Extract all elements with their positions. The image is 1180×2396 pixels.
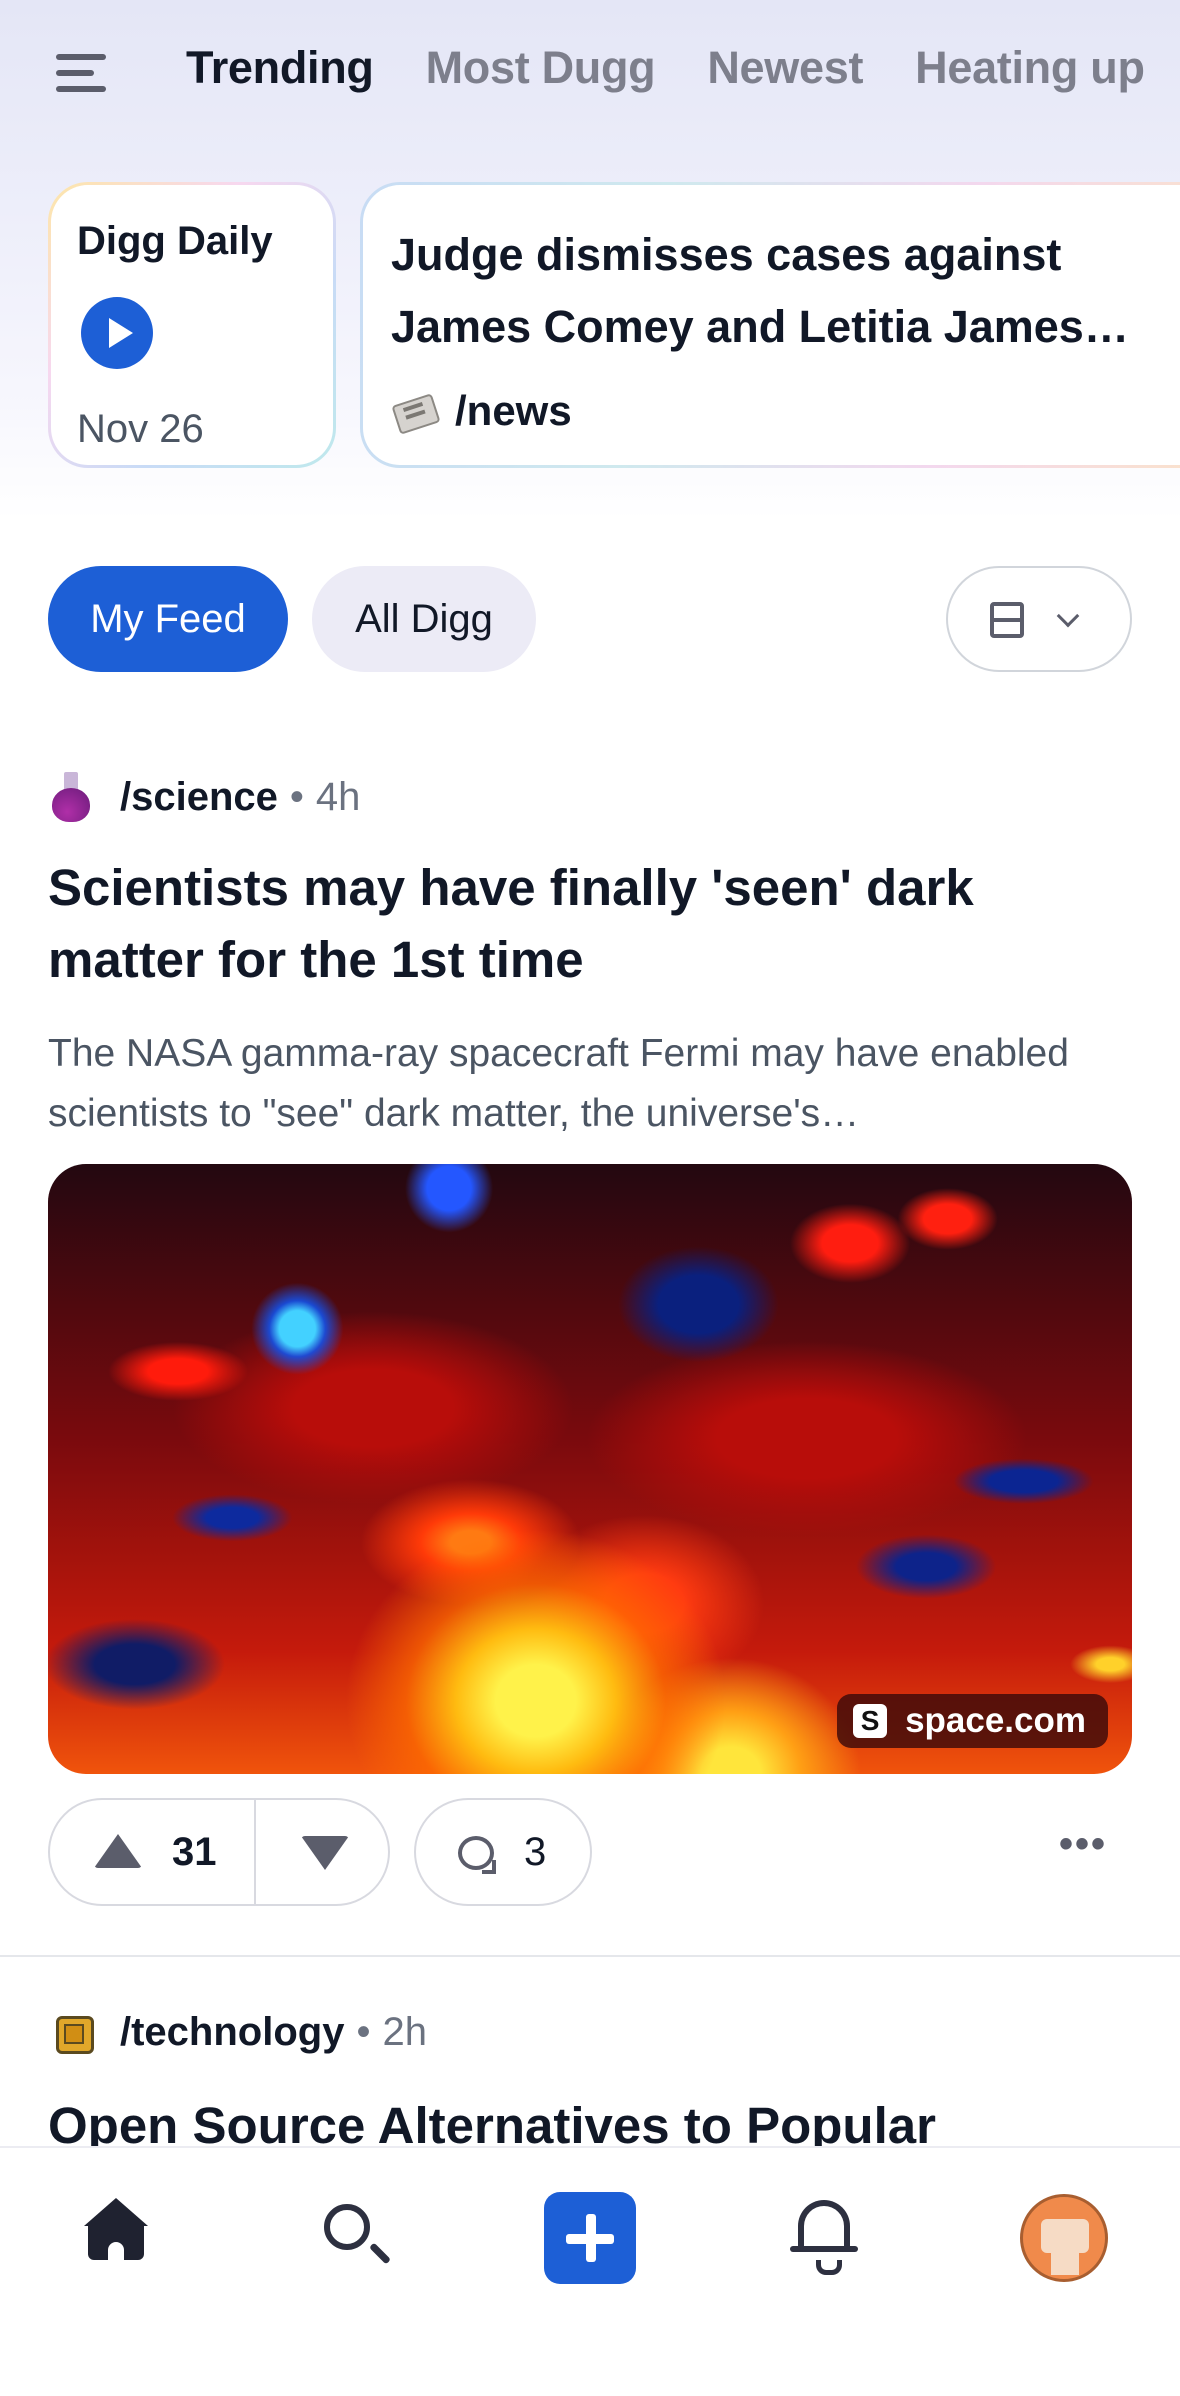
comments-button[interactable]: 3 <box>414 1798 592 1906</box>
tab-heating-up[interactable]: Heating up <box>915 42 1145 94</box>
post-divider <box>0 1955 1180 1957</box>
digg-daily-title: Digg Daily <box>77 219 273 263</box>
featured-story-community[interactable]: /news <box>391 387 572 435</box>
feed-toggle-row: My Feed All Digg <box>48 566 1132 672</box>
featured-story-title: Judge dismisses cases against James Come… <box>391 229 1129 352</box>
layout-icon <box>990 602 1024 638</box>
featured-community-label: /news <box>455 387 572 434</box>
vote-group: 31 <box>48 1798 390 1906</box>
upvote-arrow-icon <box>94 1834 142 1868</box>
layout-toggle-button[interactable] <box>946 566 1132 672</box>
post-meta: /technology • 2h <box>48 2008 427 2056</box>
flask-icon <box>48 772 94 822</box>
nav-home[interactable] <box>68 2184 168 2284</box>
my-feed-button[interactable]: My Feed <box>48 566 288 672</box>
all-digg-button[interactable]: All Digg <box>312 566 536 672</box>
tab-most-dugg[interactable]: Most Dugg <box>426 42 656 94</box>
post-image[interactable]: S space.com <box>48 1164 1132 1774</box>
source-badge[interactable]: S space.com <box>837 1694 1108 1748</box>
post-community[interactable]: /technology <box>120 2010 344 2055</box>
tab-newest[interactable]: Newest <box>707 42 863 94</box>
post-separator: • <box>289 774 304 819</box>
avatar <box>1020 2194 1108 2282</box>
digg-daily-card[interactable]: Digg Daily Nov 26 <box>48 182 336 468</box>
source-domain: space.com <box>905 1701 1086 1740</box>
nav-add-post[interactable] <box>540 2184 640 2284</box>
post-community[interactable]: /science <box>120 775 278 820</box>
top-navigation: Trending Most Dugg Newest Heating up <box>0 28 1180 114</box>
post-separator: • <box>356 2009 371 2054</box>
comment-count: 3 <box>524 1830 547 1874</box>
digg-daily-date: Nov 26 <box>77 407 204 451</box>
chevron-down-icon <box>1056 604 1080 628</box>
bottom-navigation <box>0 2146 1180 2396</box>
post-actions: 31 3 ••• <box>48 1798 1132 1908</box>
nav-notifications[interactable] <box>778 2184 878 2284</box>
microchip-icon <box>48 2008 96 2056</box>
newspaper-icon <box>391 391 437 431</box>
post-age: 2h <box>382 2009 427 2054</box>
nav-profile[interactable] <box>1012 2184 1112 2284</box>
post-age: 4h <box>315 774 361 819</box>
tab-trending[interactable]: Trending <box>186 42 374 94</box>
downvote-arrow-icon <box>301 1836 349 1870</box>
feed-tabs: Trending Most Dugg Newest Heating up <box>186 42 1180 94</box>
nav-search[interactable] <box>302 2184 402 2284</box>
featured-story-card[interactable]: Judge dismisses cases against James Come… <box>360 182 1180 468</box>
search-icon <box>324 2204 370 2250</box>
post-meta: /science • 4h <box>48 772 360 822</box>
vote-count: 31 <box>172 1830 217 1874</box>
play-icon[interactable] <box>81 297 153 369</box>
upvote-button[interactable]: 31 <box>50 1800 254 1904</box>
post-title[interactable]: Scientists may have finally 'seen' dark … <box>48 852 1128 996</box>
more-options-icon[interactable]: ••• <box>1048 1824 1118 1870</box>
hamburger-menu-icon[interactable] <box>56 54 110 96</box>
source-favicon-icon: S <box>853 1704 888 1738</box>
plus-icon <box>544 2192 636 2284</box>
post-description[interactable]: The NASA gamma-ray spacecraft Fermi may … <box>48 1024 1128 1144</box>
downvote-button[interactable] <box>256 1800 390 1904</box>
bell-icon <box>790 2200 858 2275</box>
digg-feed-screen: Trending Most Dugg Newest Heating up Dig… <box>0 0 1180 2396</box>
comment-bubble-icon <box>458 1836 496 1874</box>
